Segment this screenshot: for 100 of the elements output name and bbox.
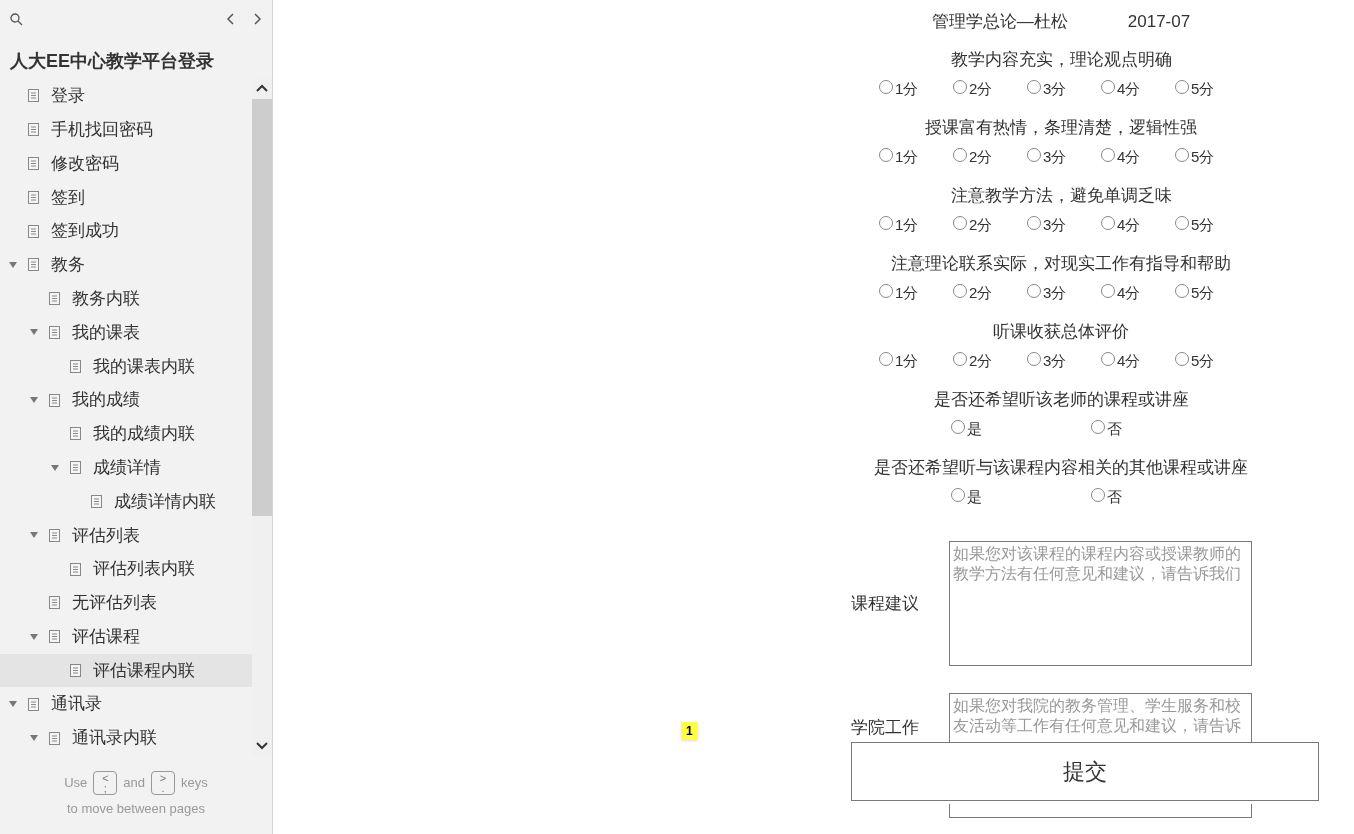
expand-triangle-icon[interactable] [8, 260, 18, 269]
radio-button[interactable] [1101, 148, 1115, 162]
radio-label: 5分 [1191, 282, 1215, 303]
expand-triangle-icon[interactable] [8, 700, 18, 709]
radio-button[interactable] [1091, 488, 1105, 502]
radio-button[interactable] [953, 352, 967, 366]
radio-label: 2分 [969, 78, 993, 99]
radio-label: 3分 [1043, 282, 1067, 303]
hint-text: to move between pages [66, 800, 205, 818]
radio-button[interactable] [1175, 148, 1189, 162]
scroll-up-icon[interactable] [256, 84, 268, 92]
page-icon [28, 157, 39, 170]
radio-button[interactable] [1027, 148, 1041, 162]
tree-item[interactable]: 签到 [0, 180, 252, 215]
tree-item[interactable]: 我的课表 [0, 315, 252, 350]
radio-button[interactable] [879, 80, 893, 94]
radio-button[interactable] [1101, 284, 1115, 298]
page-icon [49, 325, 60, 339]
tree-item[interactable]: 我的成绩 [0, 383, 252, 417]
radio-button[interactable] [879, 284, 893, 298]
tree-item[interactable]: 登录 [0, 79, 252, 113]
radio-button[interactable] [1027, 284, 1041, 298]
expand-triangle-icon[interactable] [29, 396, 39, 405]
page-icon [70, 562, 81, 576]
radio-button[interactable] [1027, 352, 1041, 366]
keyboard-key: < ; [93, 771, 118, 795]
question-text: 是否还希望听该老师的课程或讲座 [933, 389, 1189, 411]
expand-triangle-icon[interactable] [50, 463, 60, 472]
radio-label: 4分 [1117, 350, 1141, 371]
tree-item[interactable]: 成绩详情 [0, 450, 252, 485]
radio-button[interactable] [879, 216, 893, 230]
page-icon [28, 258, 39, 272]
tree-item[interactable]: 手机找回密码 [0, 112, 252, 147]
course-date: 2017-07 [1127, 11, 1191, 34]
radio-button[interactable] [951, 488, 965, 502]
tree-item[interactable]: 评估课程 [0, 619, 252, 654]
radio-button[interactable] [1175, 216, 1189, 230]
radio-button[interactable] [953, 148, 967, 162]
radio-button[interactable] [951, 420, 965, 434]
page-icon [70, 663, 81, 677]
radio-label: 5分 [1191, 146, 1215, 167]
radio-label: 5分 [1191, 214, 1215, 235]
tree-item[interactable]: 我的课表内联 [0, 349, 252, 384]
radio-label: 4分 [1117, 282, 1141, 303]
page-icon [70, 359, 81, 373]
tree-item[interactable]: 教务 [0, 248, 252, 282]
expand-triangle-icon[interactable] [29, 531, 39, 540]
radio-label: 1分 [895, 282, 919, 303]
tree-item[interactable]: 我的成绩内联 [0, 416, 252, 451]
radio-button[interactable] [1027, 216, 1041, 230]
page-icon [91, 494, 102, 508]
radio-button[interactable] [1175, 80, 1189, 94]
radio-button[interactable] [953, 284, 967, 298]
submit-button[interactable]: 提交 [851, 742, 1319, 801]
tree-item[interactable]: 通讯录内联 [0, 721, 252, 755]
radio-label: 3分 [1043, 214, 1067, 235]
tree-item[interactable]: 评估课程内联 [0, 653, 252, 688]
tree-item[interactable]: 教务内联 [0, 281, 252, 316]
comment-field[interactable]: 如果您对我院的教务管理、学生服务和校友活动等工作有任何意见和建议，请告诉 [949, 693, 1252, 744]
previous-page-icon[interactable] [226, 12, 236, 26]
radio-button[interactable] [1101, 352, 1115, 366]
scrollbar-thumb[interactable] [252, 99, 272, 516]
comment-field[interactable]: 如果您对该课程的课程内容或授课教师的教学方法有任何意见和建议，请告诉我们 [949, 541, 1252, 666]
tree-item[interactable]: 评估列表内联 [0, 552, 252, 586]
radio-label: 3分 [1043, 350, 1067, 371]
radio-label: 1分 [895, 78, 919, 99]
tree-item[interactable]: 评估列表 [0, 518, 252, 553]
tree-item[interactable]: 修改密码 [0, 146, 252, 181]
tree-item[interactable]: 签到成功 [0, 214, 252, 248]
radio-label: 2分 [969, 350, 993, 371]
radio-button[interactable] [1101, 80, 1115, 94]
radio-button[interactable] [1175, 352, 1189, 366]
tree-item[interactable]: 通讯录 [0, 687, 252, 722]
next-page-icon[interactable] [252, 12, 262, 26]
footnote-marker: 1 [681, 722, 698, 740]
radio-label: 1分 [895, 214, 919, 235]
page-icon [49, 596, 60, 610]
radio-button[interactable] [953, 80, 967, 94]
radio-button[interactable] [1091, 420, 1105, 434]
tree-item[interactable]: 无评估列表 [0, 585, 252, 620]
radio-button[interactable] [879, 352, 893, 366]
search-icon[interactable] [10, 12, 23, 26]
sidebar-title: 人大EE中心教学平台登录 [9, 50, 215, 73]
page-icon [28, 89, 39, 103]
question-text: 授课富有热情，条理清楚，逻辑性强 [925, 117, 1197, 139]
radio-label: 3分 [1043, 146, 1067, 167]
radio-button[interactable] [953, 216, 967, 230]
radio-button[interactable] [1027, 80, 1041, 94]
radio-button[interactable] [1175, 284, 1189, 298]
tree-item[interactable]: 成绩详情内联 [0, 484, 252, 519]
radio-label: 是 [967, 486, 982, 507]
question-text: 是否还希望听与该课程内容相关的其他课程或讲座 [874, 457, 1248, 479]
scroll-down-icon[interactable] [256, 742, 268, 750]
radio-button[interactable] [879, 148, 893, 162]
expand-triangle-icon[interactable] [29, 632, 39, 641]
radio-button[interactable] [1101, 216, 1115, 230]
radio-label: 1分 [895, 146, 919, 167]
radio-label: 2分 [969, 214, 993, 235]
expand-triangle-icon[interactable] [29, 328, 39, 337]
expand-triangle-icon[interactable] [29, 734, 39, 743]
